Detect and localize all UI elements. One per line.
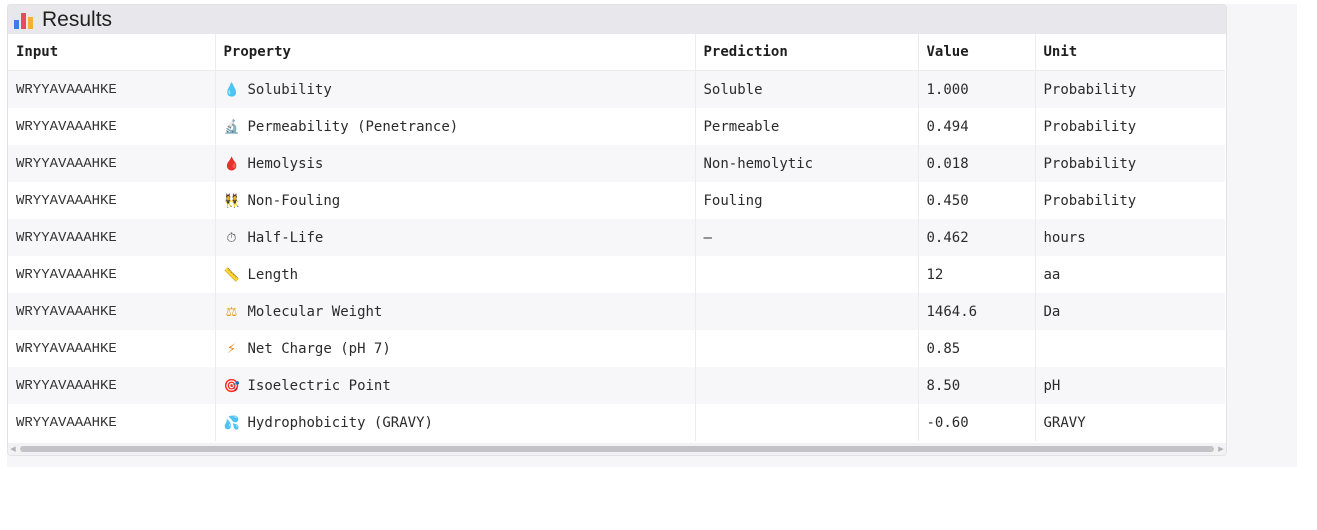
cell-property: 📏 Length (214, 256, 695, 293)
cell-input: WRYYAVAAAHKE (8, 108, 215, 145)
bar-chart-icon (14, 11, 34, 29)
droplet-icon: 💧 (223, 82, 240, 98)
property-label: Half-Life (247, 229, 324, 246)
cell-property: ⚡ Net Charge (pH 7) (214, 330, 695, 367)
cell-prediction: Permeable (694, 108, 918, 145)
table-row: WRYYAVAAAHKE ⚡ Net Charge (pH 7) 0.85 (8, 330, 1225, 367)
cell-input: WRYYAVAAAHKE (8, 182, 215, 219)
cell-prediction (694, 256, 918, 293)
cell-unit: Probability (1034, 182, 1225, 219)
cell-property: 💦 Hydrophobicity (GRAVY) (214, 404, 695, 441)
cell-input: WRYYAVAAAHKE (8, 256, 215, 293)
cell-value: 0.462 (917, 219, 1035, 256)
property-label: Hydrophobicity (GRAVY) (247, 414, 433, 431)
ruler-icon: 📏 (223, 267, 240, 283)
cell-unit: Probability (1034, 108, 1225, 145)
cell-prediction: Non-hemolytic (694, 145, 918, 182)
cell-unit: aa (1034, 256, 1225, 293)
results-header: Results (8, 5, 1226, 34)
horizontal-scrollbar[interactable]: ◀ ▶ (8, 443, 1226, 455)
cell-property: 👯 Non-Fouling (214, 182, 695, 219)
cell-value: 12 (917, 256, 1035, 293)
cell-prediction: — (694, 219, 918, 256)
microscope-icon: 🔬 (223, 119, 240, 135)
table-row: WRYYAVAAAHKE 📏 Length 12 aa (8, 256, 1225, 293)
table-row: WRYYAVAAAHKE 🩸 Hemolysis Non-hemolytic 0.018… (8, 145, 1225, 182)
table-header-row: Input Property Prediction Value Unit (8, 34, 1225, 71)
cell-value: 0.85 (917, 330, 1035, 367)
cell-unit (1034, 330, 1225, 367)
table-row: WRYYAVAAAHKE 🔬 Permeability (Penetrance) Pe… (8, 108, 1225, 145)
stopwatch-icon: ⏱ (226, 230, 237, 246)
column-header-unit[interactable]: Unit (1034, 34, 1225, 71)
cell-property: ⏱ Half-Life (214, 219, 695, 256)
blood-drop-icon: 🩸 (223, 156, 240, 172)
cell-input: WRYYAVAAAHKE (8, 145, 215, 182)
scroll-left-icon[interactable]: ◀ (8, 443, 18, 455)
property-label: Permeability (Penetrance) (247, 118, 459, 135)
cell-prediction: Fouling (694, 182, 918, 219)
cell-value: 0.018 (917, 145, 1035, 182)
cell-property: ⚖ Molecular Weight (214, 293, 695, 330)
lightning-icon: ⚡ (226, 341, 237, 357)
property-label: Molecular Weight (247, 303, 383, 320)
scroll-right-icon[interactable]: ▶ (1216, 443, 1226, 455)
property-label: Length (247, 266, 299, 283)
cell-prediction (694, 404, 918, 441)
table-body: WRYYAVAAAHKE 💧 Solubility Soluble 1.000 Proba… (8, 70, 1225, 441)
table-row: WRYYAVAAAHKE 💦 Hydrophobicity (GRAVY) -0.60… (8, 404, 1225, 441)
cell-property: 🩸 Hemolysis (214, 145, 695, 182)
property-label: Net Charge (pH 7) (247, 340, 391, 357)
table-row: WRYYAVAAAHKE 💧 Solubility Soluble 1.000 Proba… (8, 70, 1225, 108)
table-row: WRYYAVAAAHKE 👯 Non-Fouling Fouling 0.450 Prob… (8, 182, 1225, 219)
results-title: Results (42, 7, 113, 31)
cell-unit: pH (1034, 367, 1225, 404)
cell-input: WRYYAVAAAHKE (8, 70, 215, 108)
cell-unit: Probability (1034, 70, 1225, 108)
column-header-property[interactable]: Property (214, 34, 695, 71)
target-icon: 🎯 (223, 378, 240, 394)
property-label: Isoelectric Point (247, 377, 391, 394)
cell-unit: Da (1034, 293, 1225, 330)
cell-prediction (694, 367, 918, 404)
people-icon: 👯 (223, 193, 240, 209)
column-header-input[interactable]: Input (8, 34, 215, 71)
scale-icon: ⚖ (225, 304, 238, 320)
water-splash-icon: 💦 (223, 415, 240, 431)
cell-property: 🎯 Isoelectric Point (214, 367, 695, 404)
cell-property: 💧 Solubility (214, 70, 695, 108)
cell-prediction (694, 293, 918, 330)
table-row: WRYYAVAAAHKE ⏱ Half-Life —0.462 hours (8, 219, 1225, 256)
column-header-value[interactable]: Value (917, 34, 1035, 71)
scrollbar-thumb[interactable] (20, 446, 1214, 452)
property-label: Hemolysis (247, 155, 324, 172)
cell-value: 8.50 (917, 367, 1035, 404)
cell-value: 0.494 (917, 108, 1035, 145)
cell-value: -0.60 (917, 404, 1035, 441)
cell-input: WRYYAVAAAHKE (8, 330, 215, 367)
cell-value: 0.450 (917, 182, 1035, 219)
property-label: Non-Fouling (247, 192, 341, 209)
cell-prediction (694, 330, 918, 367)
table-row: WRYYAVAAAHKE 🎯 Isoelectric Point 8.50 pH (8, 367, 1225, 404)
table-row: WRYYAVAAAHKE ⚖ Molecular Weight 1464.6 Da (8, 293, 1225, 330)
cell-prediction: Soluble (694, 70, 918, 108)
cell-unit: hours (1034, 219, 1225, 256)
cell-value: 1464.6 (917, 293, 1035, 330)
cell-input: WRYYAVAAAHKE (8, 367, 215, 404)
cell-unit: Probability (1034, 145, 1225, 182)
cell-value: 1.000 (917, 70, 1035, 108)
cell-input: WRYYAVAAAHKE (8, 404, 215, 441)
property-label: Solubility (247, 81, 332, 98)
cell-unit: GRAVY (1034, 404, 1225, 441)
results-table: Input Property Prediction Value Unit WRY… (8, 34, 1225, 441)
cell-input: WRYYAVAAAHKE (8, 219, 215, 256)
column-header-prediction[interactable]: Prediction (694, 34, 918, 71)
cell-input: WRYYAVAAAHKE (8, 293, 215, 330)
results-container: Results Input Property Prediction Value … (7, 4, 1297, 467)
results-panel: Results Input Property Prediction Value … (7, 4, 1227, 456)
cell-property: 🔬 Permeability (Penetrance) (214, 108, 695, 145)
